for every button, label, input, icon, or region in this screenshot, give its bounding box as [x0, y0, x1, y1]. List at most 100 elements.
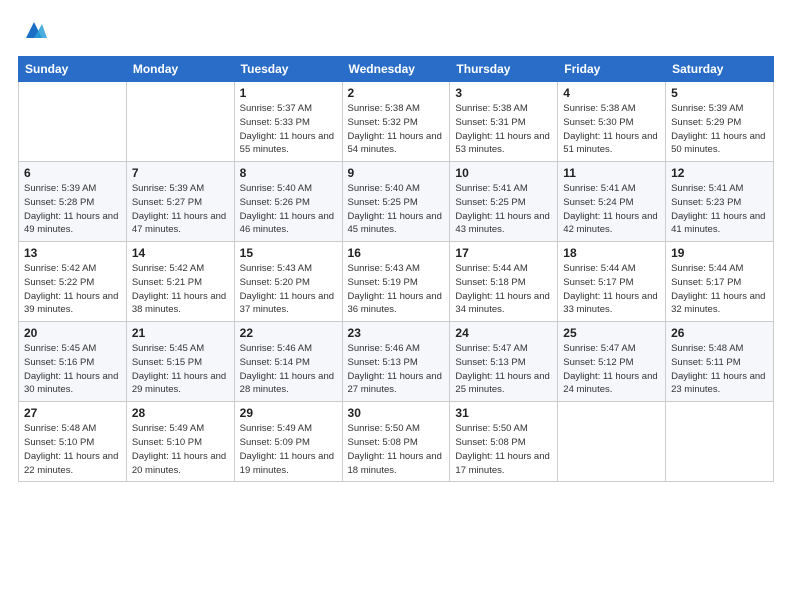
day-number: 31 — [455, 406, 552, 420]
day-number: 4 — [563, 86, 660, 100]
logo — [18, 18, 49, 46]
calendar-cell: 1Sunrise: 5:37 AM Sunset: 5:33 PM Daylig… — [234, 82, 342, 162]
calendar-cell: 2 Sunrise: 5:38 AM Sunset: 5:32 PM Daylig… — [342, 82, 450, 162]
calendar-cell: 23 Sunrise: 5:46 AM Sunset: 5:13 PM Dayli… — [342, 322, 450, 402]
cell-info: Sunrise: 5:38 AM Sunset: 5:30 PM Dayligh… — [563, 102, 660, 157]
cell-info: Sunrise: 5:40 AM Sunset: 5:25 PM Dayligh… — [348, 182, 445, 237]
page: SundayMondayTuesdayWednesdayThursdayFrid… — [0, 0, 792, 612]
cell-info: Sunrise: 5:48 AM Sunset: 5:11 PM Dayligh… — [671, 342, 768, 397]
calendar-cell: 27 Sunrise: 5:48 AM Sunset: 5:10 PM Dayli… — [19, 402, 127, 482]
calendar-week-row: 20 Sunrise: 5:45 AM Sunset: 5:16 PM Dayli… — [19, 322, 774, 402]
cell-info: Sunrise: 5:49 AM Sunset: 5:09 PM Dayligh… — [240, 422, 337, 477]
calendar-cell: 8 Sunrise: 5:40 AM Sunset: 5:26 PM Daylig… — [234, 162, 342, 242]
calendar-header-saturday: Saturday — [666, 57, 774, 82]
calendar-cell: 26 Sunrise: 5:48 AM Sunset: 5:11 PM Dayli… — [666, 322, 774, 402]
calendar-header-friday: Friday — [558, 57, 666, 82]
day-number: 10 — [455, 166, 552, 180]
day-number: 14 — [132, 246, 229, 260]
day-number: 25 — [563, 326, 660, 340]
calendar-cell: 29 Sunrise: 5:49 AM Sunset: 5:09 PM Dayli… — [234, 402, 342, 482]
cell-info: Sunrise: 5:48 AM Sunset: 5:10 PM Dayligh… — [24, 422, 121, 477]
calendar-week-row: 13 Sunrise: 5:42 AM Sunset: 5:22 PM Dayli… — [19, 242, 774, 322]
day-number: 13 — [24, 246, 121, 260]
cell-info: Sunrise: 5:41 AM Sunset: 5:25 PM Dayligh… — [455, 182, 552, 237]
calendar-cell: 9 Sunrise: 5:40 AM Sunset: 5:25 PM Daylig… — [342, 162, 450, 242]
calendar-cell — [19, 82, 127, 162]
calendar-header-thursday: Thursday — [450, 57, 558, 82]
day-number: 30 — [348, 406, 445, 420]
day-number: 29 — [240, 406, 337, 420]
cell-info: Sunrise: 5:46 AM Sunset: 5:14 PM Dayligh… — [240, 342, 337, 397]
header — [18, 18, 774, 46]
day-number: 12 — [671, 166, 768, 180]
calendar-cell: 16Sunrise: 5:43 AM Sunset: 5:19 PM Dayli… — [342, 242, 450, 322]
calendar-header-monday: Monday — [126, 57, 234, 82]
calendar-cell: 21 Sunrise: 5:45 AM Sunset: 5:15 PM Dayli… — [126, 322, 234, 402]
cell-info: Sunrise: 5:40 AM Sunset: 5:26 PM Dayligh… — [240, 182, 337, 237]
calendar-header-wednesday: Wednesday — [342, 57, 450, 82]
day-number: 5 — [671, 86, 768, 100]
calendar-cell: 5 Sunrise: 5:39 AM Sunset: 5:29 PM Daylig… — [666, 82, 774, 162]
cell-info: Sunrise: 5:38 AM Sunset: 5:31 PM Dayligh… — [455, 102, 552, 157]
cell-info: Sunrise: 5:47 AM Sunset: 5:12 PM Dayligh… — [563, 342, 660, 397]
calendar-cell: 19 Sunrise: 5:44 AM Sunset: 5:17 PM Dayli… — [666, 242, 774, 322]
day-number: 11 — [563, 166, 660, 180]
calendar-cell: 30 Sunrise: 5:50 AM Sunset: 5:08 PM Dayli… — [342, 402, 450, 482]
day-number: 22 — [240, 326, 337, 340]
cell-info: Sunrise: 5:45 AM Sunset: 5:16 PM Dayligh… — [24, 342, 121, 397]
day-number: 27 — [24, 406, 121, 420]
calendar-table: SundayMondayTuesdayWednesdayThursdayFrid… — [18, 56, 774, 482]
calendar-header-sunday: Sunday — [19, 57, 127, 82]
cell-info: Sunrise: 5:39 AM Sunset: 5:28 PM Dayligh… — [24, 182, 121, 237]
calendar-header-row: SundayMondayTuesdayWednesdayThursdayFrid… — [19, 57, 774, 82]
cell-info: Sunrise: 5:42 AM Sunset: 5:21 PM Dayligh… — [132, 262, 229, 317]
cell-info: Sunrise: 5:46 AM Sunset: 5:13 PM Dayligh… — [348, 342, 445, 397]
day-number: 9 — [348, 166, 445, 180]
calendar-cell: 17 Sunrise: 5:44 AM Sunset: 5:18 PM Dayli… — [450, 242, 558, 322]
cell-info: Sunrise: 5:50 AM Sunset: 5:08 PM Dayligh… — [348, 422, 445, 477]
cell-info: Sunrise: 5:44 AM Sunset: 5:18 PM Dayligh… — [455, 262, 552, 317]
calendar-cell: 31Sunrise: 5:50 AM Sunset: 5:08 PM Dayli… — [450, 402, 558, 482]
calendar-cell: 12 Sunrise: 5:41 AM Sunset: 5:23 PM Dayli… — [666, 162, 774, 242]
cell-info: Sunrise: 5:38 AM Sunset: 5:32 PM Dayligh… — [348, 102, 445, 157]
day-number: 8 — [240, 166, 337, 180]
calendar-cell: 22 Sunrise: 5:46 AM Sunset: 5:14 PM Dayli… — [234, 322, 342, 402]
calendar-cell: 14 Sunrise: 5:42 AM Sunset: 5:21 PM Dayli… — [126, 242, 234, 322]
day-number: 6 — [24, 166, 121, 180]
calendar-cell: 4 Sunrise: 5:38 AM Sunset: 5:30 PM Daylig… — [558, 82, 666, 162]
day-number: 26 — [671, 326, 768, 340]
calendar-cell: 24Sunrise: 5:47 AM Sunset: 5:13 PM Dayli… — [450, 322, 558, 402]
cell-info: Sunrise: 5:45 AM Sunset: 5:15 PM Dayligh… — [132, 342, 229, 397]
cell-info: Sunrise: 5:49 AM Sunset: 5:10 PM Dayligh… — [132, 422, 229, 477]
cell-info: Sunrise: 5:43 AM Sunset: 5:20 PM Dayligh… — [240, 262, 337, 317]
day-number: 28 — [132, 406, 229, 420]
calendar-cell: 11 Sunrise: 5:41 AM Sunset: 5:24 PM Dayli… — [558, 162, 666, 242]
day-number: 19 — [671, 246, 768, 260]
day-number: 21 — [132, 326, 229, 340]
cell-info: Sunrise: 5:37 AM Sunset: 5:33 PM Dayligh… — [240, 102, 337, 157]
cell-info: Sunrise: 5:42 AM Sunset: 5:22 PM Dayligh… — [24, 262, 121, 317]
day-number: 15 — [240, 246, 337, 260]
cell-info: Sunrise: 5:43 AM Sunset: 5:19 PM Dayligh… — [348, 262, 445, 317]
calendar-cell — [558, 402, 666, 482]
calendar-cell: 28 Sunrise: 5:49 AM Sunset: 5:10 PM Dayli… — [126, 402, 234, 482]
day-number: 23 — [348, 326, 445, 340]
cell-info: Sunrise: 5:41 AM Sunset: 5:24 PM Dayligh… — [563, 182, 660, 237]
calendar-cell: 15 Sunrise: 5:43 AM Sunset: 5:20 PM Dayli… — [234, 242, 342, 322]
day-number: 2 — [348, 86, 445, 100]
day-number: 7 — [132, 166, 229, 180]
cell-info: Sunrise: 5:39 AM Sunset: 5:29 PM Dayligh… — [671, 102, 768, 157]
logo-icon — [21, 18, 49, 46]
calendar-cell: 7Sunrise: 5:39 AM Sunset: 5:27 PM Daylig… — [126, 162, 234, 242]
calendar-cell — [666, 402, 774, 482]
calendar-cell: 10 Sunrise: 5:41 AM Sunset: 5:25 PM Dayli… — [450, 162, 558, 242]
calendar-cell: 3Sunrise: 5:38 AM Sunset: 5:31 PM Daylig… — [450, 82, 558, 162]
cell-info: Sunrise: 5:44 AM Sunset: 5:17 PM Dayligh… — [671, 262, 768, 317]
day-number: 20 — [24, 326, 121, 340]
calendar-header-tuesday: Tuesday — [234, 57, 342, 82]
cell-info: Sunrise: 5:44 AM Sunset: 5:17 PM Dayligh… — [563, 262, 660, 317]
calendar-cell: 18Sunrise: 5:44 AM Sunset: 5:17 PM Dayli… — [558, 242, 666, 322]
calendar-cell: 6 Sunrise: 5:39 AM Sunset: 5:28 PM Daylig… — [19, 162, 127, 242]
day-number: 17 — [455, 246, 552, 260]
cell-info: Sunrise: 5:41 AM Sunset: 5:23 PM Dayligh… — [671, 182, 768, 237]
